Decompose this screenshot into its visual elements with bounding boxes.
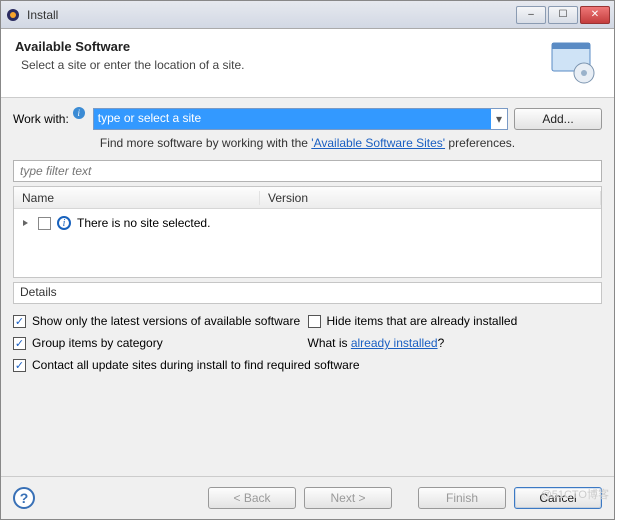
details-label: Details xyxy=(20,285,57,299)
info-circle-icon: i xyxy=(57,216,71,230)
maximize-button[interactable]: ☐ xyxy=(548,6,578,24)
close-button[interactable]: ✕ xyxy=(580,6,610,24)
workwith-label: Work with: xyxy=(13,112,69,126)
back-button[interactable]: < Back xyxy=(208,487,296,509)
titlebar: Install – ☐ ✕ xyxy=(1,1,614,29)
col-version[interactable]: Version xyxy=(260,191,601,205)
hint-text: Find more software by working with the '… xyxy=(13,136,602,150)
filter-input[interactable] xyxy=(13,160,602,182)
row-checkbox[interactable] xyxy=(38,217,51,230)
chevron-down-icon[interactable]: ▾ xyxy=(491,112,507,126)
window-title: Install xyxy=(27,8,514,22)
footer: ? < Back Next > Finish Cancel xyxy=(1,476,614,519)
col-name[interactable]: Name xyxy=(14,191,260,205)
workwith-combo[interactable]: type or select a site ▾ xyxy=(93,108,508,130)
software-table: Name Version i There is no site selected… xyxy=(13,186,602,278)
already-installed-link[interactable]: already installed xyxy=(351,336,438,350)
chk-hide-installed[interactable] xyxy=(308,315,321,328)
banner-heading: Available Software xyxy=(15,39,546,54)
chk-group-category[interactable]: ✓ xyxy=(13,337,26,350)
details-panel: Details xyxy=(13,282,602,304)
whatis-text: What is already installed? xyxy=(308,336,445,350)
label-group-category: Group items by category xyxy=(32,336,163,350)
workwith-selected[interactable]: type or select a site xyxy=(94,109,491,129)
chk-latest[interactable]: ✓ xyxy=(13,315,26,328)
cancel-button[interactable]: Cancel xyxy=(514,487,602,509)
app-icon xyxy=(5,7,21,23)
tree-expand-icon[interactable] xyxy=(20,217,32,229)
table-row: i There is no site selected. xyxy=(20,213,595,233)
table-header: Name Version xyxy=(14,187,601,209)
help-button[interactable]: ? xyxy=(13,487,35,509)
label-latest: Show only the latest versions of availab… xyxy=(32,314,300,328)
available-sites-link[interactable]: 'Available Software Sites' xyxy=(311,136,445,150)
next-button[interactable]: Next > xyxy=(304,487,392,509)
label-contact-all: Contact all update sites during install … xyxy=(32,358,360,372)
finish-button[interactable]: Finish xyxy=(418,487,506,509)
info-icon: i xyxy=(73,107,85,119)
banner: Available Software Select a site or ente… xyxy=(1,29,614,98)
chk-contact-all[interactable]: ✓ xyxy=(13,359,26,372)
empty-message: There is no site selected. xyxy=(77,216,210,230)
banner-subtext: Select a site or enter the location of a… xyxy=(15,58,546,72)
minimize-button[interactable]: – xyxy=(516,6,546,24)
banner-image-icon xyxy=(546,39,600,87)
label-hide-installed: Hide items that are already installed xyxy=(327,314,518,328)
install-dialog: Install – ☐ ✕ Available Software Select … xyxy=(0,0,615,520)
add-button[interactable]: Add... xyxy=(514,108,602,130)
